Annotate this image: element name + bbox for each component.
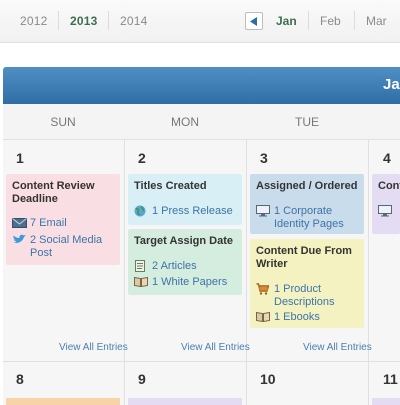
divider	[58, 11, 59, 30]
card-title: Assigned / Ordered	[256, 180, 358, 192]
event-card-target-assign-date[interactable]: Target Assign Date 2 Articles 1 White Pa…	[128, 229, 242, 295]
cart-icon	[256, 283, 269, 295]
entry-press-release[interactable]: 1 Press Release	[134, 205, 238, 218]
view-all-entries-link[interactable]: View All Entries	[59, 342, 128, 353]
day-number: 10	[260, 371, 276, 387]
card-title: Content Due From Writer	[256, 245, 352, 270]
previous-month-button[interactable]	[245, 12, 263, 30]
entry-ebooks[interactable]: 1 Ebooks	[256, 311, 360, 324]
card-title: Cont	[378, 180, 400, 192]
entry-white-papers[interactable]: 1 White Papers	[134, 276, 238, 289]
month-mar-link[interactable]: Mar	[366, 14, 387, 28]
event-card-content-review[interactable]: Content Review Deadline 7 Email 2 Social…	[6, 174, 120, 265]
event-card-partial[interactable]	[6, 398, 120, 405]
year-2014-link[interactable]: 2014	[120, 14, 148, 28]
day-number: 8	[16, 371, 24, 387]
month-jan-link[interactable]: Jan	[276, 14, 297, 28]
week-divider	[3, 361, 400, 362]
year-2013-link[interactable]: 2013	[70, 14, 98, 28]
card-title: Content Review Deadline	[12, 180, 95, 205]
event-card-content-due[interactable]: Content Due From Writer 1 Product Descri…	[250, 239, 364, 328]
day-number: 9	[138, 371, 146, 387]
globe-icon	[134, 205, 146, 217]
triangle-left-icon	[250, 17, 257, 26]
month-header: Ja	[3, 67, 400, 104]
day-number: 4	[383, 150, 391, 166]
divider	[108, 11, 109, 30]
divider	[308, 11, 309, 30]
month-feb-link[interactable]: Feb	[320, 14, 341, 28]
year-2012-link[interactable]: 2012	[20, 14, 48, 28]
weekday-header: SUN MON TUE	[3, 104, 400, 140]
event-card-partial[interactable]	[372, 398, 400, 405]
book-icon	[256, 311, 270, 322]
book-icon	[134, 276, 148, 287]
weekday-sun: SUN	[50, 115, 76, 129]
day-number: 1	[16, 150, 24, 166]
year-month-navigation: 2012 2013 2014 Jan Feb Mar	[0, 0, 400, 43]
event-card-partial[interactable]	[128, 398, 242, 405]
weekday-mon: MON	[171, 115, 199, 129]
document-icon	[135, 260, 145, 272]
view-all-entries-link[interactable]: View All Entries	[181, 342, 250, 353]
card-title: Target Assign Date	[134, 235, 234, 247]
day-number: 2	[138, 150, 146, 166]
divider	[354, 11, 355, 30]
twitter-bird-icon	[13, 234, 26, 243]
event-card-titles-created[interactable]: Titles Created 1 Press Release	[128, 174, 242, 225]
entry-product-descriptions[interactable]: 1 Product Descriptions	[256, 283, 360, 309]
monitor-icon	[378, 205, 392, 217]
entry-corporate-identity[interactable]: 1 Corporate Identity Pages	[256, 205, 360, 231]
event-card-wednesday[interactable]: Cont	[372, 174, 400, 234]
day-number: 11	[383, 371, 398, 387]
entry-articles[interactable]: 2 Articles	[134, 260, 238, 273]
envelope-icon	[12, 218, 27, 228]
event-card-assigned-ordered[interactable]: Assigned / Ordered 1 Corporate Identity …	[250, 174, 364, 234]
entry-email[interactable]: 7 Email	[12, 217, 112, 230]
day-number: 3	[260, 150, 268, 166]
card-title: Titles Created	[134, 180, 207, 192]
monitor-icon	[256, 205, 270, 217]
weekday-tue: TUE	[295, 115, 319, 129]
month-title: Ja	[383, 76, 400, 93]
view-all-entries-link[interactable]: View All Entries	[303, 342, 372, 353]
entry-social-media[interactable]: 2 Social Media Post	[12, 234, 116, 260]
